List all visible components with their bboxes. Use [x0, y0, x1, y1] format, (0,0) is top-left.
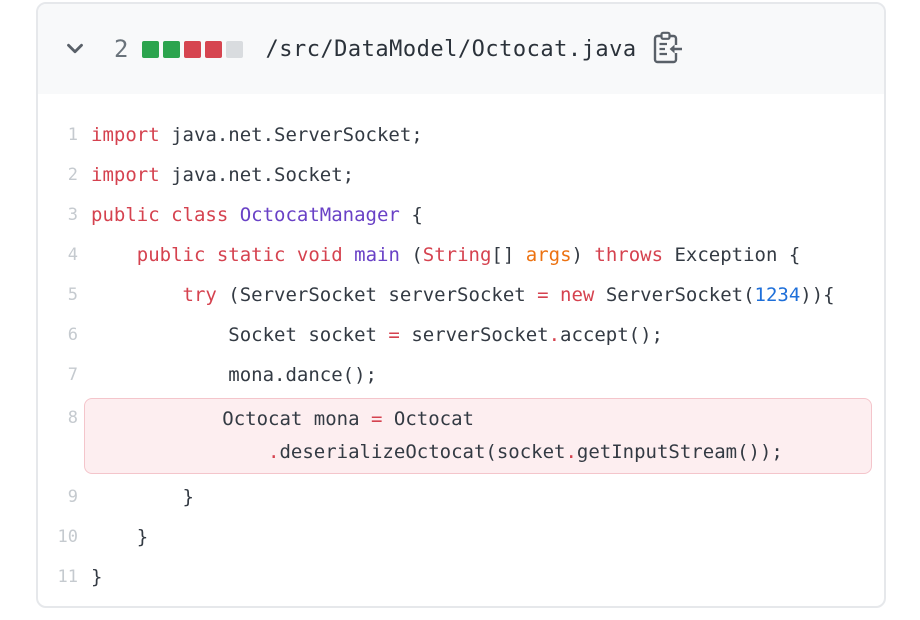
- code-text: }: [91, 557, 102, 597]
- file-header: 2 /src/DataModel/Octocat.java: [38, 4, 884, 94]
- code-view: 1 import java.net.ServerSocket; 2 import ja…: [38, 94, 884, 597]
- line-number: 3: [38, 205, 78, 225]
- changes-count: 2: [114, 35, 128, 63]
- copy-path-button[interactable]: [647, 29, 687, 69]
- code-text: try (ServerSocket serverSocket = new Ser…: [91, 275, 835, 315]
- line-number: 1: [38, 125, 78, 145]
- file-diff-card: 2 /src/DataModel/Octocat.java 1 import ja…: [36, 2, 886, 608]
- code-line: 11}: [38, 557, 884, 597]
- chevron-down-icon: [62, 35, 88, 64]
- code-line-highlighted: 8 Octocat mona = Octocat .deserializeOct…: [38, 395, 884, 477]
- code-line: 5 try (ServerSocket serverSocket = new S…: [38, 275, 884, 315]
- line-number: 4: [38, 245, 78, 265]
- code-line: 6 Socket socket = serverSocket.accept();: [38, 315, 884, 355]
- line-number: 6: [38, 325, 78, 345]
- diff-block-gray: [226, 41, 243, 58]
- code-text: import java.net.ServerSocket;: [91, 115, 423, 155]
- line-number: 11: [38, 567, 78, 587]
- collapse-button[interactable]: [60, 34, 90, 64]
- clipboard-copy-icon: [651, 31, 683, 68]
- code-text: public class OctocatManager {: [91, 195, 423, 235]
- code-text: public static void main (String[] args) …: [91, 235, 800, 275]
- code-text: }: [91, 477, 194, 517]
- line-number: 8: [38, 398, 78, 438]
- vulnerability-highlight-box: Octocat mona = Octocat .deserializeOctoc…: [84, 398, 872, 474]
- code-text: Socket socket = serverSocket.accept();: [91, 315, 663, 355]
- line-number: 9: [38, 487, 78, 507]
- code-text: mona.dance();: [91, 355, 377, 395]
- code-text: }: [91, 517, 148, 557]
- code-text: import java.net.Socket;: [91, 155, 354, 195]
- line-number: 2: [38, 165, 78, 185]
- diff-stat-blocks: [142, 41, 243, 58]
- diff-block-green: [163, 41, 180, 58]
- line-number: 7: [38, 365, 78, 385]
- code-line: 3 public class OctocatManager {: [38, 195, 884, 235]
- diff-block-green: [142, 41, 159, 58]
- line-number: 10: [38, 527, 78, 547]
- code-text: .deserializeOctocat(socket.getInputStrea…: [85, 436, 871, 469]
- diff-block-red: [205, 41, 222, 58]
- code-line: 10 }: [38, 517, 884, 557]
- code-line: 1 import java.net.ServerSocket;: [38, 115, 884, 155]
- code-line: 7 mona.dance();: [38, 355, 884, 395]
- code-line: 4 public static void main (String[] args…: [38, 235, 884, 275]
- code-line: 2 import java.net.Socket;: [38, 155, 884, 195]
- file-path: /src/DataModel/Octocat.java: [265, 37, 636, 62]
- line-number: 5: [38, 285, 78, 305]
- code-line: 9 }: [38, 477, 884, 517]
- code-text: Octocat mona = Octocat: [85, 403, 871, 436]
- diff-block-red: [184, 41, 201, 58]
